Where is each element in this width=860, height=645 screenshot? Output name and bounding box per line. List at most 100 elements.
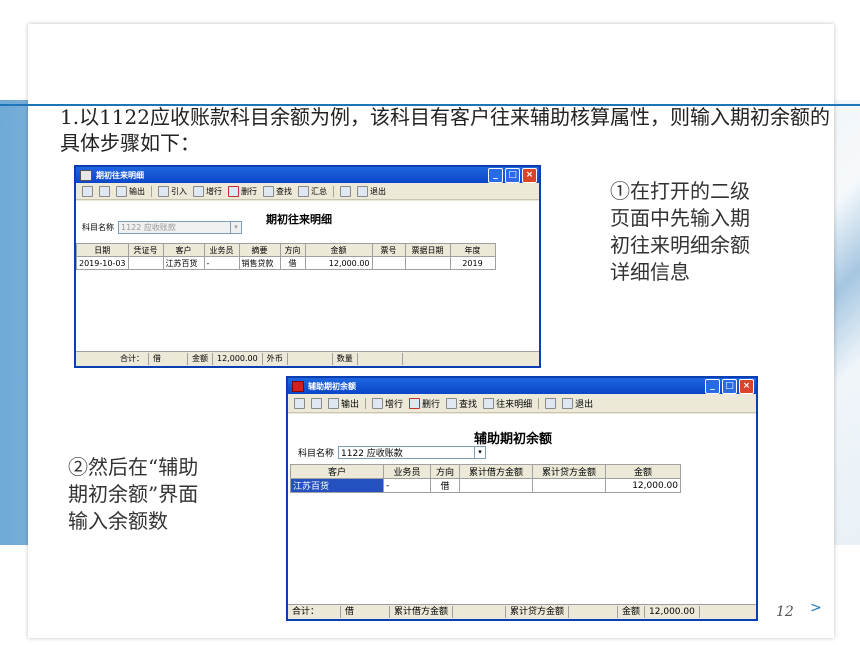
exit-icon (562, 397, 574, 409)
cell-direction[interactable]: 借 (279, 256, 306, 270)
close-button[interactable]: × (522, 168, 537, 183)
cell-customer[interactable]: 江苏百货 (290, 478, 384, 493)
help-button[interactable] (340, 185, 351, 197)
summary-button[interactable]: 汇总 (298, 185, 327, 197)
col-voucher: 凭证号 (127, 243, 164, 257)
chevron-down-icon: ▾ (474, 447, 485, 458)
col-ticket-no: 票号 (371, 243, 406, 257)
cell-amount[interactable]: 12,000.00 (605, 478, 681, 493)
page-number: 12 (776, 604, 794, 620)
print-icon (294, 397, 305, 409)
cell-direction[interactable]: 借 (430, 478, 460, 493)
detail-table: 日期 凭证号 客户 业务员 摘要 方向 金额 票号 票据日期 年度 2019-1… (76, 243, 496, 270)
status-credit-value (569, 606, 619, 618)
step1-note: ①在打开的二级 页面中先输入期 初往来明细余额 详细信息 (610, 178, 750, 286)
status-total-label: 合计： (116, 353, 149, 365)
detail-icon (483, 397, 495, 409)
import-button[interactable]: 引入 (158, 185, 187, 197)
aux-opening-balance-window: 辅助期初余额 _ □ × 输出 增行 删行 查找 往来明细 退出 辅助期初余额 … (286, 376, 758, 621)
form-title: 期初往来明细 (266, 213, 332, 226)
status-credit-label: 累计贷方金额 (506, 606, 570, 618)
status-amount: 12,000.00 (645, 606, 700, 618)
maximize-button[interactable]: □ (722, 379, 737, 394)
cell-ticket-date[interactable] (404, 256, 451, 270)
subject-select[interactable]: 1122 应收账款 ▾ (338, 446, 487, 459)
subject-value: 1122 应收账款 (121, 223, 176, 232)
delete-row-button[interactable]: 删行 (409, 397, 440, 410)
col-salesperson: 业务员 (383, 464, 431, 479)
window-body: 期初往来明细 科目名称 1122 应收账款 ▾ 日期 凭证号 客户 业务员 摘要… (76, 201, 539, 352)
table-header: 客户 业务员 方向 累计借方金额 累计贷方金额 金额 (290, 464, 681, 479)
exit-icon (357, 185, 368, 197)
col-amount: 金额 (304, 243, 373, 257)
status-total-label: 合计： (288, 606, 341, 618)
help-button[interactable] (545, 397, 557, 409)
subject-field: 科目名称 1122 应收账款 ▾ (82, 221, 242, 234)
cell-date[interactable]: 2019-10-03 (76, 256, 129, 270)
col-salesperson: 业务员 (203, 243, 240, 257)
find-button[interactable]: 查找 (446, 397, 477, 410)
cell-ticket-no[interactable] (371, 256, 406, 270)
subject-select[interactable]: 1122 应收账款 ▾ (118, 221, 242, 234)
cell-amount[interactable]: 12,000.00 (304, 256, 373, 270)
minimize-button[interactable]: _ (488, 168, 503, 183)
cell-year[interactable]: 2019 (449, 256, 496, 270)
add-row-button[interactable]: 增行 (193, 185, 222, 197)
window-title: 期初往来明细 (96, 170, 144, 180)
close-button[interactable]: × (739, 379, 754, 394)
status-debit-label: 累计借方金额 (390, 606, 454, 618)
find-button[interactable]: 查找 (263, 185, 292, 197)
cell-salesperson[interactable]: - (383, 478, 431, 493)
next-slide-arrow[interactable]: > (810, 600, 822, 616)
cell-credit-total[interactable] (532, 478, 606, 493)
cell-customer[interactable]: 江苏百货 (162, 256, 205, 270)
account-detail-button[interactable]: 往来明细 (483, 397, 532, 410)
note-line: 输入余额数 (68, 509, 168, 533)
col-amount: 金额 (605, 464, 681, 479)
status-fx-label: 外币 (263, 353, 288, 365)
print-icon (82, 185, 93, 197)
preview-icon (311, 397, 322, 409)
col-direction: 方向 (279, 243, 306, 257)
chevron-down-icon: ▾ (230, 222, 241, 233)
intro-text: 1.以1122应收账款科目余额为例，该科目有客户往来辅助核算属性，则输入期初余额… (60, 105, 830, 155)
print-button[interactable] (82, 185, 93, 197)
subject-label: 科目名称 (298, 449, 335, 459)
maximize-button[interactable]: □ (505, 168, 520, 183)
help-icon (545, 397, 557, 409)
add-row-button[interactable]: 增行 (372, 397, 403, 410)
export-button[interactable]: 输出 (328, 397, 359, 410)
window-title: 辅助期初余额 (308, 381, 356, 391)
window-titlebar: 期初往来明细 _ □ × (76, 167, 539, 183)
cell-summary[interactable]: 销售贷款 (238, 256, 281, 270)
col-ticket-date: 票据日期 (404, 243, 451, 257)
toolbar-separator (333, 185, 334, 197)
note-line: 期初余额”界面 (68, 482, 199, 506)
cell-debit-total[interactable] (459, 478, 533, 493)
delete-row-button[interactable]: 删行 (228, 185, 257, 197)
table-row[interactable]: 2019-10-03 江苏百货 - 销售贷款 借 12,000.00 2019 (76, 256, 496, 270)
export-button[interactable]: 输出 (116, 185, 145, 197)
col-date: 日期 (76, 243, 129, 257)
preview-button[interactable] (99, 185, 110, 197)
add-row-icon (372, 397, 384, 409)
cell-salesperson[interactable]: - (203, 256, 240, 270)
note-line: 页面中先输入期 (610, 206, 750, 230)
minimize-button[interactable]: _ (705, 379, 720, 394)
table-header: 日期 凭证号 客户 业务员 摘要 方向 金额 票号 票据日期 年度 (76, 243, 496, 257)
preview-button[interactable] (311, 397, 322, 409)
exit-button[interactable]: 退出 (562, 397, 593, 410)
print-button[interactable] (294, 397, 305, 409)
note-line: ①在打开的二级 (610, 179, 750, 203)
note-line: 初往来明细余额 (610, 233, 750, 257)
window-icon (80, 169, 92, 181)
col-customer: 客户 (162, 243, 205, 257)
window-icon (292, 380, 304, 392)
cell-voucher[interactable] (127, 256, 164, 270)
col-direction: 方向 (430, 464, 460, 479)
balance-table: 客户 业务员 方向 累计借方金额 累计贷方金额 金额 江苏百货 - 借 12,0… (290, 464, 681, 493)
exit-button[interactable]: 退出 (357, 185, 386, 197)
status-qty-value (358, 353, 403, 365)
table-row[interactable]: 江苏百货 - 借 12,000.00 (290, 478, 681, 493)
add-row-icon (193, 185, 204, 197)
